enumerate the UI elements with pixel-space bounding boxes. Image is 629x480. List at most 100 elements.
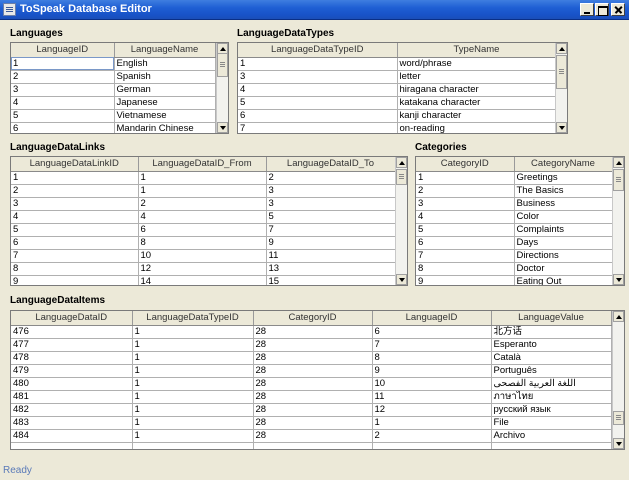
table-cell[interactable]: 1 <box>416 171 515 185</box>
table-cell[interactable]: Doctor <box>514 262 613 276</box>
table-cell[interactable]: 5 <box>266 210 396 224</box>
table-cell[interactable]: Eating Out <box>514 275 613 285</box>
table-cell[interactable]: Japanese <box>114 96 216 110</box>
table-cell[interactable]: 2 <box>372 429 492 443</box>
table-cell[interactable]: 9 <box>416 275 515 285</box>
table-row[interactable]: 9 Eating Out <box>416 275 613 285</box>
table-row[interactable]: 3 Business <box>416 197 613 211</box>
scroll-down-arrow-icon[interactable] <box>217 122 228 133</box>
table-cell[interactable]: 6 <box>238 109 398 123</box>
table-cell[interactable]: 3 <box>11 197 139 211</box>
table-cell[interactable]: 1 <box>138 184 267 198</box>
minimize-button[interactable] <box>580 3 594 16</box>
table-cell[interactable]: 1 <box>132 390 254 404</box>
vertical-scrollbar[interactable] <box>612 311 624 449</box>
table-row[interactable]: 3 letter <box>238 70 557 84</box>
table-cell[interactable]: 28 <box>253 364 373 378</box>
language-data-types-table[interactable]: LanguageDataTypeID TypeName 1 word/phrase 3 l… <box>237 42 568 134</box>
table-cell[interactable]: 7 <box>238 122 398 133</box>
table-cell[interactable]: 6 <box>372 325 492 339</box>
table-row[interactable] <box>11 442 612 449</box>
table-cell[interactable]: 7 <box>416 249 515 263</box>
table-cell[interactable]: 6 <box>11 236 139 250</box>
table-row[interactable]: 480 1 28 10 اللغة العربية الفصحى <box>11 377 612 391</box>
table-row[interactable]: 479 1 28 9 Português <box>11 364 612 378</box>
table-cell[interactable]: 6 <box>138 223 267 237</box>
table-cell[interactable]: 1 <box>132 338 254 352</box>
data-links-grid[interactable]: LanguageDataLinkID LanguageDataID_From Lan… <box>11 157 396 285</box>
table-row[interactable]: 4 Color <box>416 210 613 224</box>
table-cell[interactable]: 5 <box>416 223 515 237</box>
scroll-up-arrow-icon[interactable] <box>613 311 624 322</box>
column-header[interactable]: LanguageID <box>11 43 115 58</box>
vertical-scrollbar[interactable] <box>612 157 624 285</box>
table-row[interactable]: 481 1 28 11 ภาษาไทย <box>11 390 612 404</box>
table-cell[interactable]: File <box>491 416 612 430</box>
table-cell[interactable]: Português <box>491 364 612 378</box>
table-cell[interactable]: 7 <box>372 338 492 352</box>
table-row[interactable]: 5 Complaints <box>416 223 613 237</box>
table-cell[interactable]: on-reading <box>397 122 557 133</box>
table-cell[interactable]: Complaints <box>514 223 613 237</box>
table-row[interactable]: 1 word/phrase <box>238 57 557 71</box>
column-header[interactable]: LanguageDataID_To <box>266 157 396 172</box>
table-cell[interactable]: 1 <box>11 57 115 71</box>
table-cell[interactable]: katakana character <box>397 96 557 110</box>
table-row[interactable]: 2 The Basics <box>416 184 613 198</box>
table-cell[interactable]: 3 <box>416 197 515 211</box>
table-row[interactable]: 3 German <box>11 83 216 97</box>
scroll-up-arrow-icon[interactable] <box>556 43 567 54</box>
table-cell[interactable]: 28 <box>253 390 373 404</box>
table-cell[interactable]: 1 <box>372 416 492 430</box>
table-cell[interactable]: Català <box>491 351 612 365</box>
column-header[interactable]: CategoryName <box>514 157 613 172</box>
scroll-down-arrow-icon[interactable] <box>556 122 567 133</box>
scroll-down-arrow-icon[interactable] <box>613 274 624 285</box>
table-row[interactable]: 7 on-reading <box>238 122 557 133</box>
table-row[interactable]: 2 Spanish <box>11 70 216 84</box>
table-row[interactable]: 323 <box>11 197 396 211</box>
table-cell[interactable]: 28 <box>253 403 373 417</box>
table-cell[interactable]: 12 <box>372 403 492 417</box>
table-row[interactable]: 478 1 28 8 Català <box>11 351 612 365</box>
table-cell[interactable]: 2 <box>266 171 396 185</box>
table-row[interactable]: 9 14 15 <box>11 275 396 285</box>
table-cell[interactable]: 1 <box>138 171 267 185</box>
languages-grid[interactable]: LanguageID LanguageName 1 English 2 Spanish 3 G… <box>11 43 216 133</box>
table-cell[interactable]: 5 <box>238 96 398 110</box>
table-cell[interactable]: Esperanto <box>491 338 612 352</box>
column-header[interactable]: CategoryID <box>416 157 515 172</box>
scroll-up-arrow-icon[interactable] <box>613 157 624 168</box>
table-row[interactable]: 5 Vietnamese <box>11 109 216 123</box>
vertical-scrollbar[interactable] <box>555 43 567 133</box>
table-cell[interactable]: 1 <box>132 364 254 378</box>
table-cell[interactable]: English <box>114 57 216 71</box>
table-cell[interactable]: 1 <box>132 429 254 443</box>
table-row[interactable]: 7 Directions <box>416 249 613 263</box>
column-header[interactable]: LanguageID <box>372 311 492 326</box>
table-cell[interactable]: hiragana character <box>397 83 557 97</box>
table-cell[interactable]: 8 <box>372 351 492 365</box>
close-button[interactable] <box>611 3 625 16</box>
table-cell[interactable]: 28 <box>253 416 373 430</box>
table-row[interactable]: 6 Days <box>416 236 613 250</box>
table-row[interactable]: 5 katakana character <box>238 96 557 110</box>
table-cell[interactable]: Color <box>514 210 613 224</box>
vertical-scrollbar[interactable] <box>395 157 407 285</box>
scroll-thumb[interactable] <box>556 55 567 89</box>
table-cell[interactable]: 6 <box>11 122 115 133</box>
table-cell[interactable] <box>372 442 492 449</box>
table-cell[interactable]: 2 <box>11 184 139 198</box>
table-cell[interactable]: 476 <box>11 325 133 339</box>
table-row[interactable]: 4 hiragana character <box>238 83 557 97</box>
column-header[interactable]: CategoryID <box>253 311 373 326</box>
column-header[interactable]: LanguageDataID_From <box>138 157 267 172</box>
scroll-thumb[interactable] <box>613 169 624 191</box>
table-cell[interactable]: 1 <box>132 351 254 365</box>
table-cell[interactable]: 4 <box>11 210 139 224</box>
table-cell[interactable]: 8 <box>11 262 139 276</box>
table-cell[interactable] <box>132 442 254 449</box>
table-cell[interactable]: 10 <box>372 377 492 391</box>
table-cell[interactable]: 28 <box>253 325 373 339</box>
table-cell[interactable]: 15 <box>266 275 396 285</box>
